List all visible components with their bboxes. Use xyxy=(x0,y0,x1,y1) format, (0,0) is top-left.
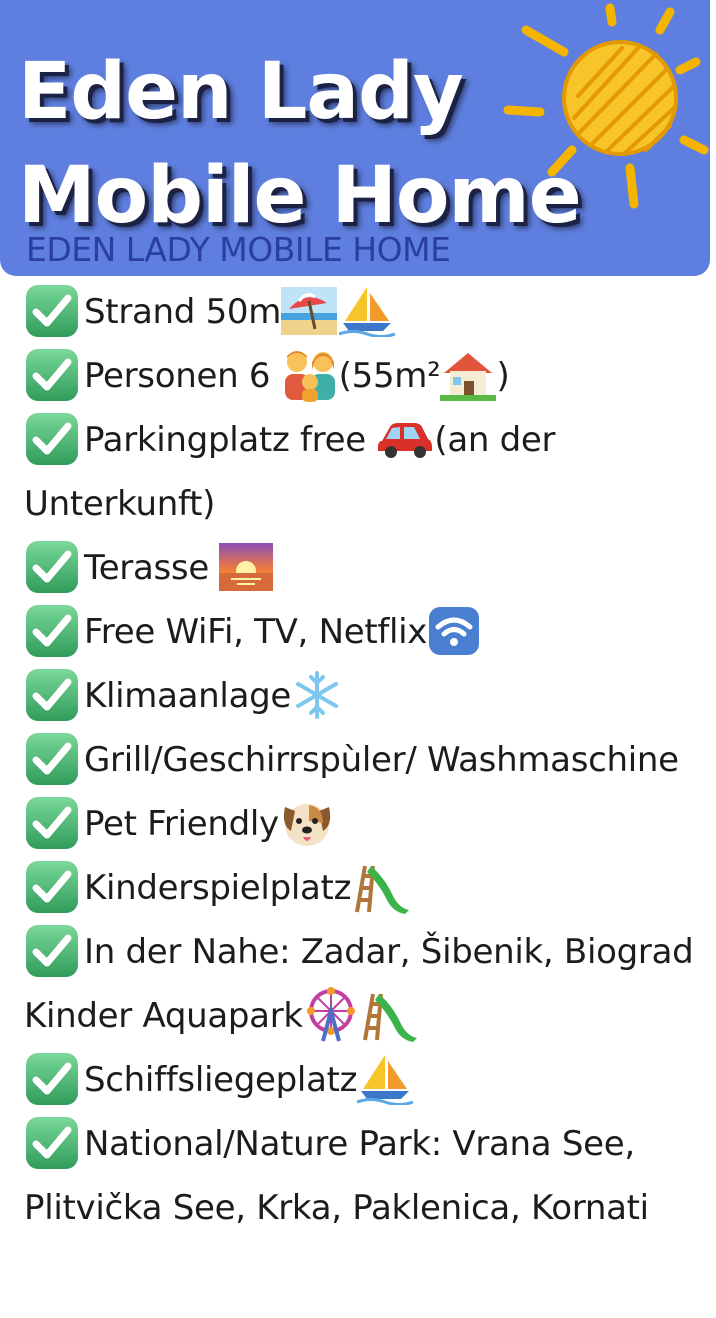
feature-nearby: In der Nahe: Zadar, Šibenik, Biograd Kin… xyxy=(24,920,704,1048)
check-mark-button-icon xyxy=(26,412,78,465)
sunset-icon xyxy=(219,542,274,591)
title-banner: Eden Lady Mobile Home EDEN LADY MOBILE H… xyxy=(0,0,710,276)
banner-title-line-1: Eden Lady xyxy=(18,47,464,137)
check-mark-button-icon xyxy=(26,604,78,657)
check-mark-button-icon xyxy=(26,924,78,977)
wifi-icon xyxy=(427,605,481,657)
feature-air-conditioning: Klimaanlage xyxy=(24,664,704,728)
feature-playground: Kinderspielplatz xyxy=(24,856,704,920)
feature-text: Schiffsliegeplatz xyxy=(84,1060,358,1100)
feature-text: Free WiFi, TV, Netflix xyxy=(84,612,428,652)
feature-list: Strand 50m Personen 6 (55m²) Parkingplat… xyxy=(24,280,704,1240)
check-mark-button-icon xyxy=(26,284,78,337)
car-icon xyxy=(376,419,434,459)
feature-parking: Parkingplatz free (an der Unterkunft) xyxy=(24,408,704,536)
check-mark-button-icon xyxy=(26,860,78,913)
banner-title: Eden Lady Mobile Home xyxy=(18,40,582,248)
check-mark-button-icon xyxy=(26,668,78,721)
feature-berth: Schiffsliegeplatz xyxy=(24,1048,704,1112)
feature-area-text: (55m² xyxy=(338,356,441,396)
snowflake-icon xyxy=(291,669,343,721)
feature-beach: Strand 50m xyxy=(24,280,704,344)
sun-icon xyxy=(503,3,709,209)
feature-terrace: Terasse xyxy=(24,536,704,600)
check-mark-button-icon xyxy=(26,348,78,401)
family-icon xyxy=(281,348,339,402)
feature-appliances: Grill/Geschirrspùler/ Washmaschine xyxy=(24,728,704,792)
feature-text: Parkingplatz free xyxy=(84,420,377,460)
feature-pet-friendly: Pet Friendly xyxy=(24,792,704,856)
house-icon xyxy=(440,349,497,401)
feature-text-end: ) xyxy=(496,356,510,396)
feature-text: Grill/Geschirrspùler/ Washmaschine xyxy=(84,740,679,780)
sailboat-icon xyxy=(357,1053,414,1105)
sailboat-icon xyxy=(339,285,396,337)
check-mark-button-icon xyxy=(26,540,78,593)
banner-subtitle: EDEN LADY MOBILE HOME xyxy=(26,230,451,269)
feature-text: Personen 6 xyxy=(84,356,281,396)
playground-slide-icon xyxy=(351,860,411,914)
feature-text: Klimaanlage xyxy=(84,676,292,716)
feature-national-parks: National/Nature Park: Vrana See, Plitvič… xyxy=(24,1112,704,1240)
feature-persons: Personen 6 (55m²) xyxy=(24,344,704,408)
feature-wifi: Free WiFi, TV, Netflix xyxy=(24,600,704,664)
feature-text: Pet Friendly xyxy=(84,804,279,844)
playground-slide-icon xyxy=(359,988,419,1042)
feature-text: National/Nature Park: Vrana See, Plitvič… xyxy=(24,1124,649,1228)
beach-umbrella-icon xyxy=(281,286,338,335)
check-mark-button-icon xyxy=(26,1116,78,1169)
feature-text: Terasse xyxy=(84,548,220,588)
dog-face-icon xyxy=(279,797,335,849)
feature-text: Strand 50m xyxy=(84,292,282,332)
feature-text: Kinderspielplatz xyxy=(84,868,352,908)
check-mark-button-icon xyxy=(26,732,78,785)
check-mark-button-icon xyxy=(26,1052,78,1105)
check-mark-button-icon xyxy=(26,796,78,849)
ferris-wheel-icon xyxy=(303,986,359,1043)
